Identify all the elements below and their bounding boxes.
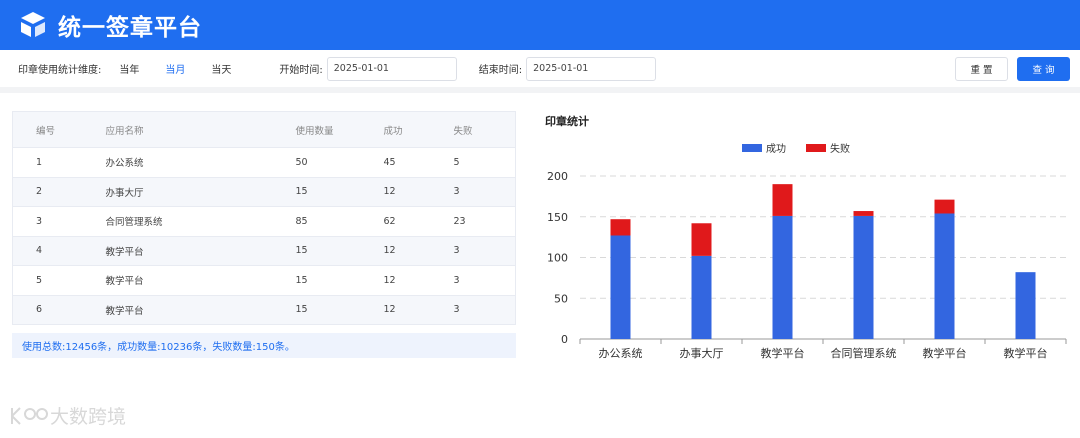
cell-success: 12 [383, 295, 454, 325]
table-row: 1 办公系统 50 45 5 [12, 147, 516, 178]
watermark: 大数跨境 [8, 402, 126, 429]
cell-usage: 15 [295, 265, 384, 296]
cell-success: 12 [383, 236, 454, 266]
bar-fail [853, 211, 874, 216]
bar-success [1015, 272, 1036, 339]
filter-bar: 印章使用统计维度: 当年 当月 当天 开始时间: 结束时间: 重 置 查 询 [0, 50, 1080, 87]
section-divider [0, 87, 1080, 93]
x-tick-label: 办事大厅 [680, 346, 724, 360]
x-tick-label: 合同管理系统 [831, 346, 897, 360]
cell-fail: 3 [453, 236, 516, 266]
table-row: 2 办事大厅 15 12 3 [12, 177, 516, 207]
dimension-label: 印章使用统计维度: [18, 65, 102, 76]
cell-app-name: 办事大厅 [105, 177, 296, 207]
cell-app-name: 教学平台 [105, 265, 296, 296]
cell-fail: 3 [453, 265, 516, 296]
cell-app-name: 合同管理系统 [105, 206, 296, 237]
x-tick-label: 教学平台 [1004, 346, 1048, 360]
bar-fail [610, 219, 631, 236]
y-tick-label: 50 [554, 292, 568, 305]
end-time-label: 结束时间: [478, 65, 523, 76]
y-tick-label: 200 [547, 170, 568, 183]
cell-success: 45 [383, 147, 454, 178]
column-header-usage: 使用数量 [295, 111, 384, 148]
cell-fail: 23 [453, 206, 516, 237]
cell-usage: 15 [295, 236, 384, 266]
bar-fail [772, 184, 793, 216]
cube-stack-icon [21, 12, 45, 37]
table-row: 3 合同管理系统 85 62 23 [12, 206, 516, 237]
watermark-logo-icon [11, 406, 48, 425]
app-title: 统一签章平台 [58, 15, 202, 41]
usage-summary: 使用总数:12456条，成功数量:10236条，失败数量:150条。 [12, 333, 516, 358]
bar-success [853, 215, 874, 339]
start-date-input[interactable] [326, 56, 457, 81]
app-header: 统一签章平台 [0, 0, 1080, 50]
legend-swatch [742, 144, 762, 152]
cell-id: 2 [12, 177, 106, 207]
cell-id: 5 [12, 265, 106, 296]
cell-success: 12 [383, 177, 454, 207]
cell-usage: 50 [295, 147, 384, 178]
cell-id: 4 [12, 236, 106, 266]
cell-fail: 5 [453, 147, 516, 178]
table-header-row: 编号 应用名称 使用数量 成功 失败 [12, 111, 516, 148]
dimension-option-year[interactable]: 当年 [119, 61, 139, 76]
cell-id: 1 [12, 147, 106, 178]
end-date-input[interactable] [526, 56, 657, 81]
table-row: 4 教学平台 15 12 3 [12, 236, 516, 266]
cell-id: 6 [12, 295, 106, 325]
x-tick-label: 办公系统 [599, 347, 643, 360]
y-tick-label: 0 [561, 333, 568, 346]
table-row: 6 教学平台 15 12 3 [12, 295, 516, 325]
usage-table: 编号 应用名称 使用数量 成功 失败 1 办公系统 50 45 5 2 办事大厅… [12, 111, 516, 325]
y-tick-label: 100 [547, 252, 568, 265]
watermark-text: 大数跨境 [50, 406, 127, 428]
table-row: 5 教学平台 15 12 3 [12, 265, 516, 296]
dimension-option-month[interactable]: 当月 [165, 61, 185, 76]
chart-title: 印章统计 [545, 115, 589, 128]
cell-app-name: 教学平台 [105, 295, 296, 325]
x-tick-label: 教学平台 [761, 346, 805, 360]
cell-success: 12 [383, 265, 454, 296]
dimension-option-day[interactable]: 当天 [211, 61, 231, 76]
cell-success: 62 [383, 206, 454, 237]
legend-label: 成功 [766, 143, 786, 155]
column-header-id: 编号 [12, 111, 106, 148]
cell-usage: 15 [295, 177, 384, 207]
legend-swatch [806, 144, 826, 152]
query-button[interactable]: 查 询 [1017, 56, 1070, 81]
bar-success [610, 235, 631, 339]
column-header-success: 成功 [383, 111, 454, 148]
bar-fail [934, 199, 955, 214]
seal-stats-chart-panel: 印章统计 0 50 100 150 200 办公系统 办事大厅 教学平台 合同管理系统 教学平台 教… [536, 108, 1076, 368]
y-tick-label: 150 [547, 211, 568, 224]
cell-usage: 85 [295, 206, 384, 237]
bar-success [772, 215, 793, 339]
start-time-label: 开始时间: [279, 65, 323, 76]
cell-fail: 3 [453, 177, 516, 207]
seal-stats-chart: 0 50 100 150 200 办公系统 办事大厅 教学平台 合同管理系统 教学平台 教学平台 成功… [547, 142, 1067, 360]
column-header-app-name: 应用名称 [105, 111, 296, 148]
cell-app-name: 办公系统 [105, 147, 296, 178]
bar-success [934, 213, 955, 339]
bar-fail [691, 223, 712, 256]
cell-app-name: 教学平台 [105, 236, 296, 266]
x-tick-label: 教学平台 [923, 346, 967, 360]
cell-usage: 15 [295, 295, 384, 325]
column-header-fail: 失败 [453, 111, 516, 148]
reset-button[interactable]: 重 置 [955, 56, 1008, 81]
usage-table-panel: 编号 应用名称 使用数量 成功 失败 1 办公系统 50 45 5 2 办事大厅… [12, 111, 516, 358]
cell-id: 3 [12, 206, 106, 237]
legend-label: 失败 [830, 142, 850, 155]
bar-success [691, 255, 712, 339]
cell-fail: 3 [453, 295, 516, 325]
